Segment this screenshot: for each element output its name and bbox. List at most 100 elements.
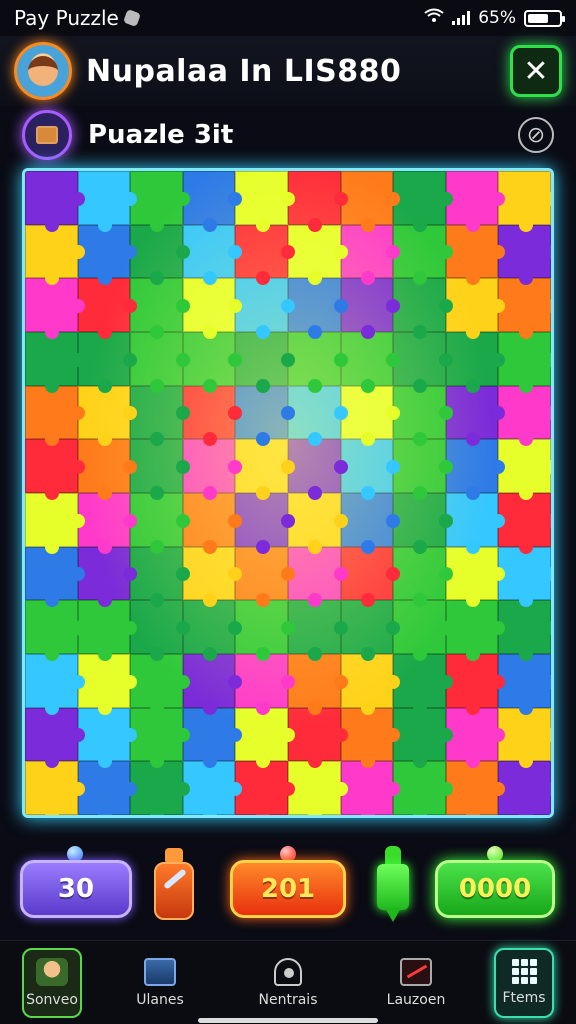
puzzle-piece[interactable] (182, 761, 242, 815)
puzzle-piece[interactable] (25, 224, 85, 285)
puzzle-piece[interactable] (498, 385, 551, 446)
puzzle-piece[interactable] (340, 493, 400, 554)
puzzle-piece[interactable] (25, 278, 85, 339)
puzzle-piece[interactable] (130, 439, 190, 500)
puzzle-piece[interactable] (445, 600, 505, 661)
puzzle-piece[interactable] (182, 546, 242, 607)
puzzle-piece[interactable] (498, 493, 551, 554)
puzzle-piece[interactable] (130, 385, 190, 446)
puzzle-piece[interactable] (182, 707, 242, 768)
nav-item-ftems[interactable]: Ftems (494, 947, 554, 1018)
puzzle-piece[interactable] (287, 546, 348, 607)
puzzle-piece[interactable] (340, 385, 400, 446)
puzzle-piece[interactable] (235, 439, 295, 500)
puzzle-piece[interactable] (498, 600, 551, 661)
puzzle-piece[interactable] (235, 707, 295, 768)
puzzle-piece[interactable] (287, 385, 348, 446)
player-avatar[interactable] (14, 42, 72, 100)
puzzle-piece[interactable] (235, 332, 295, 393)
puzzle-piece[interactable] (235, 385, 295, 446)
puzzle-piece[interactable] (77, 278, 137, 339)
puzzle-piece[interactable] (498, 546, 551, 607)
puzzle-piece[interactable] (25, 171, 85, 232)
puzzle-piece[interactable] (393, 171, 453, 232)
puzzle-piece[interactable] (25, 600, 85, 661)
puzzle-piece[interactable] (393, 332, 453, 393)
puzzle-piece[interactable] (130, 654, 190, 715)
puzzle-piece[interactable] (393, 278, 453, 339)
puzzle-piece[interactable] (25, 546, 85, 607)
puzzle-piece[interactable] (445, 493, 505, 554)
settings-button[interactable]: ⊘ (518, 117, 554, 153)
puzzle-piece[interactable] (498, 761, 551, 815)
puzzle-piece[interactable] (77, 600, 137, 661)
puzzle-piece[interactable] (498, 332, 551, 393)
puzzle-piece[interactable] (235, 654, 295, 715)
puzzle-piece[interactable] (393, 761, 453, 815)
puzzle-piece[interactable] (445, 385, 505, 446)
close-button[interactable]: ✕ (510, 45, 562, 97)
puzzle-piece[interactable] (25, 707, 85, 768)
puzzle-piece[interactable] (235, 171, 295, 232)
puzzle-piece[interactable] (445, 439, 505, 500)
puzzle-piece[interactable] (182, 278, 242, 339)
orange-counter-button[interactable]: 201 (230, 860, 346, 918)
puzzle-grid[interactable] (25, 171, 551, 815)
puzzle-piece[interactable] (340, 171, 400, 232)
puzzle-piece[interactable] (287, 493, 348, 554)
puzzle-piece[interactable] (340, 546, 400, 607)
puzzle-piece[interactable] (77, 224, 137, 285)
puzzle-piece[interactable] (130, 224, 190, 285)
puzzle-piece[interactable] (445, 761, 505, 815)
puzzle-piece[interactable] (25, 439, 85, 500)
puzzle-piece[interactable] (130, 761, 190, 815)
puzzle-piece[interactable] (340, 707, 400, 768)
puzzle-piece[interactable] (393, 224, 453, 285)
puzzle-piece[interactable] (445, 707, 505, 768)
puzzle-piece[interactable] (25, 761, 85, 815)
puzzle-piece[interactable] (235, 600, 295, 661)
nav-item-ulanes[interactable]: Ulanes (110, 948, 210, 1018)
puzzle-piece[interactable] (393, 654, 453, 715)
puzzle-piece[interactable] (130, 171, 190, 232)
puzzle-piece[interactable] (77, 385, 137, 446)
puzzle-piece[interactable] (182, 493, 242, 554)
puzzle-piece[interactable] (393, 493, 453, 554)
purple-counter-button[interactable]: 30 (20, 860, 132, 918)
puzzle-piece[interactable] (393, 439, 453, 500)
puzzle-piece[interactable] (130, 332, 190, 393)
puzzle-piece[interactable] (445, 654, 505, 715)
puzzle-piece[interactable] (393, 600, 453, 661)
puzzle-piece[interactable] (182, 332, 242, 393)
puzzle-piece[interactable] (130, 493, 190, 554)
puzzle-piece[interactable] (340, 332, 400, 393)
puzzle-piece[interactable] (77, 761, 137, 815)
puzzle-box-icon[interactable] (22, 110, 72, 160)
puzzle-piece[interactable] (182, 385, 242, 446)
puzzle-piece[interactable] (287, 439, 348, 500)
puzzle-piece[interactable] (130, 707, 190, 768)
puzzle-piece[interactable] (287, 171, 348, 232)
puzzle-piece[interactable] (25, 332, 85, 393)
green-flask-icon[interactable] (375, 846, 411, 924)
puzzle-piece[interactable] (340, 224, 400, 285)
puzzle-piece[interactable] (498, 224, 551, 285)
puzzle-piece[interactable] (77, 332, 137, 393)
puzzle-piece[interactable] (287, 332, 348, 393)
puzzle-piece[interactable] (182, 654, 242, 715)
puzzle-piece[interactable] (25, 654, 85, 715)
puzzle-piece[interactable] (498, 707, 551, 768)
puzzle-piece[interactable] (182, 224, 242, 285)
puzzle-piece[interactable] (130, 278, 190, 339)
puzzle-piece[interactable] (393, 385, 453, 446)
puzzle-piece[interactable] (287, 761, 348, 815)
puzzle-piece[interactable] (77, 439, 137, 500)
puzzle-piece[interactable] (287, 224, 348, 285)
puzzle-piece[interactable] (445, 546, 505, 607)
puzzle-piece[interactable] (498, 654, 551, 715)
puzzle-piece[interactable] (287, 654, 348, 715)
puzzle-piece[interactable] (182, 439, 242, 500)
puzzle-piece[interactable] (77, 654, 137, 715)
puzzle-piece[interactable] (235, 493, 295, 554)
green-counter-button[interactable]: 0000 (435, 860, 555, 918)
